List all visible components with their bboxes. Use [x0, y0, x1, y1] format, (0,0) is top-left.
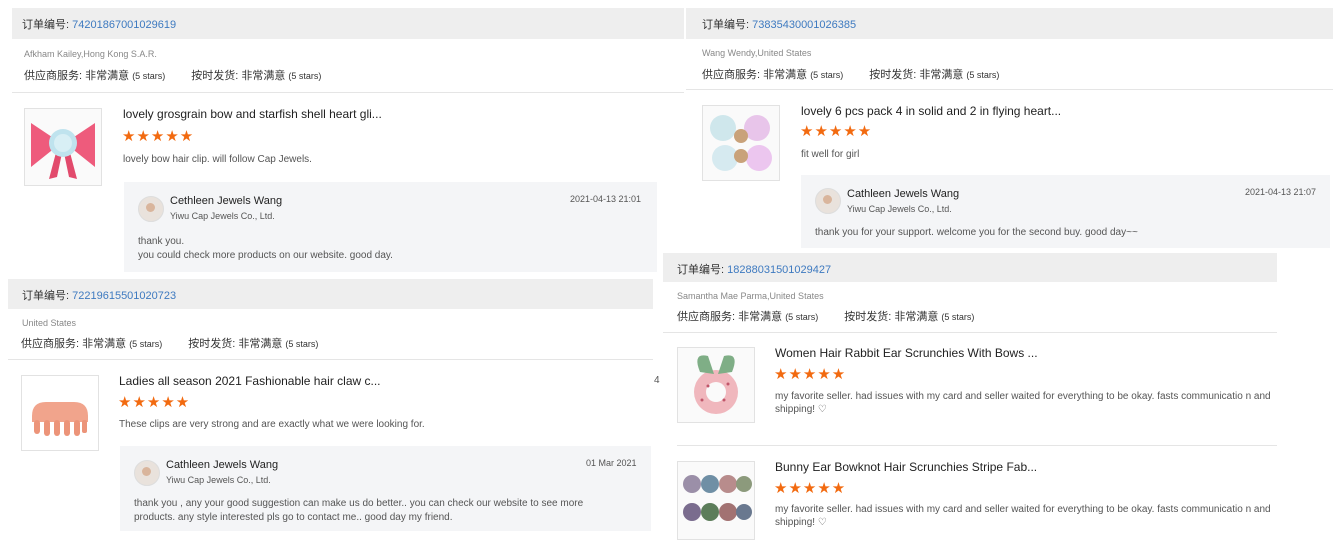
order-number-link[interactable]: 74201867001029619 [72, 19, 176, 31]
seller-avatar [815, 188, 841, 214]
seller-name: Cathleen Jewels Wang [166, 459, 279, 471]
review-text: my favorite seller. had issues with my c… [775, 504, 1271, 528]
divider [686, 89, 1333, 90]
service-ratings: 供应商服务: 非常满意 (5 stars) 按时发货: 非常满意 (5 stars… [21, 338, 319, 350]
service-ratings: 供应商服务: 非常满意 (5 stars) 按时发货: 非常满意 (5 stars… [702, 69, 1000, 81]
review-card: 订单编号: 72219615501020723 United States 供应… [8, 279, 653, 538]
seller-avatar [134, 460, 160, 486]
seller-name: Cethleen Jewels Wang [170, 195, 283, 207]
order-header: 订单编号: 72219615501020723 [8, 279, 653, 309]
review-text: fit well for girl [801, 149, 860, 160]
order-number-link[interactable]: 18288031501029427 [727, 264, 831, 276]
product-title-link[interactable]: Ladies all season 2021 Fashionable hair … [119, 374, 381, 388]
order-label: 订单编号: [702, 19, 753, 31]
seller-avatar [138, 196, 164, 222]
rating-stars: ★★★★★ [122, 128, 195, 145]
rating-stars: ★★★★★ [118, 394, 191, 411]
review-text: lovely bow hair clip. will follow Cap Je… [123, 154, 312, 165]
product-thumbnail[interactable] [24, 108, 102, 186]
product-title-link[interactable]: Bunny Ear Bowknot Hair Scrunchies Stripe… [775, 460, 1037, 474]
product-thumbnail[interactable] [21, 375, 99, 451]
divider [8, 359, 653, 360]
seller-name: Cathleen Jewels Wang [847, 188, 960, 200]
seller-reply: Cethleen Jewels Wang Yiwu Cap Jewels Co.… [124, 182, 657, 272]
review-card: 订单编号: 18288031501029427 Samantha Mae Par… [663, 253, 1287, 540]
review-text: These clips are very strong and are exac… [119, 419, 425, 430]
buyer-info: Samantha Mae Parma,United States [677, 291, 824, 301]
order-header: 订单编号: 73835430001026385 [686, 8, 1333, 39]
rating-stars: ★★★★★ [774, 480, 847, 497]
order-number-link[interactable]: 73835430001026385 [752, 19, 856, 31]
service-ratings: 供应商服务: 非常满意 (5 stars) 按时发货: 非常满意 (5 stars… [24, 70, 322, 82]
product-thumbnail[interactable] [677, 461, 755, 540]
buyer-info: United States [22, 318, 77, 328]
product-title-link[interactable]: lovely grosgrain bow and starfish shell … [123, 107, 382, 121]
product-title-link[interactable]: Women Hair Rabbit Ear Scrunchies With Bo… [775, 346, 1038, 360]
order-label: 订单编号: [677, 264, 728, 276]
product-thumbnail[interactable] [702, 105, 780, 181]
seller-reply: Cathleen Jewels Wang Yiwu Cap Jewels Co.… [801, 175, 1330, 248]
reply-date: 01 Mar 2021 [586, 458, 637, 468]
buyer-info: Afkham Kailey,Hong Kong S.A.R. [24, 49, 157, 59]
seller-reply: Cathleen Jewels Wang Yiwu Cap Jewels Co.… [120, 446, 651, 531]
order-number-link[interactable]: 72219615501020723 [72, 290, 176, 302]
divider [12, 92, 684, 93]
order-label: 订单编号: [22, 19, 73, 31]
seller-company: Yiwu Cap Jewels Co., Ltd. [170, 211, 275, 221]
reply-text: thank you for your support. welcome you … [815, 227, 1138, 238]
order-header: 订单编号: 74201867001029619 [12, 8, 684, 39]
order-header: 订单编号: 18288031501029427 [663, 253, 1277, 282]
review-card: 订单编号: 73835430001026385 Wang Wendy,Unite… [686, 8, 1333, 258]
service-ratings: 供应商服务: 非常满意 (5 stars) 按时发货: 非常满意 (5 stars… [677, 311, 975, 323]
review-card: 订单编号: 74201867001029619 Afkham Kailey,Ho… [12, 8, 684, 288]
rating-stars: ★★★★★ [774, 366, 847, 383]
reply-date: 2021-04-13 21:01 [570, 194, 642, 204]
reply-text: thank you , any your good suggestion can… [134, 498, 584, 523]
divider [677, 445, 1277, 446]
order-label: 订单编号: [22, 290, 73, 302]
reply-date: 2021-04-13 21:07 [1245, 187, 1317, 197]
buyer-info: Wang Wendy,United States [702, 48, 812, 58]
product-thumbnail[interactable] [677, 347, 755, 423]
reply-text: thank you. you could check more products… [138, 236, 393, 261]
product-title-link[interactable]: lovely 6 pcs pack 4 in solid and 2 in fl… [801, 104, 1061, 118]
seller-company: Yiwu Cap Jewels Co., Ltd. [847, 204, 952, 214]
divider [663, 332, 1277, 333]
seller-company: Yiwu Cap Jewels Co., Ltd. [166, 475, 271, 485]
stray-text: 4 [654, 375, 660, 386]
rating-stars: ★★★★★ [800, 123, 873, 140]
review-text: my favorite seller. had issues with my c… [775, 391, 1271, 415]
